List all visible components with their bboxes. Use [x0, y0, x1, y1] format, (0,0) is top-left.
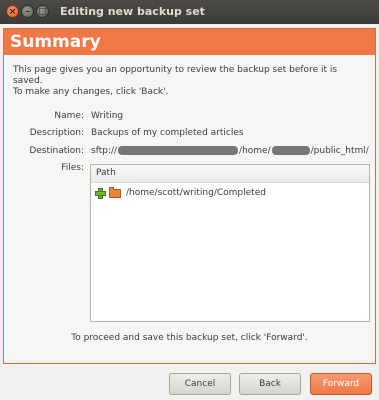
description-value: Backups of my completed articles — [91, 128, 244, 138]
backup-wizard-window: × – □ Editing new backup set Summary Thi… — [0, 0, 379, 400]
files-label: Files: — [61, 163, 84, 173]
window-title: Editing new backup set — [60, 5, 205, 18]
name-label: Name: — [54, 111, 84, 121]
minimize-window-button[interactable]: – — [21, 5, 34, 18]
page-header: Summary — [4, 29, 375, 55]
intro-text: This page gives you an opportunity to re… — [13, 65, 368, 98]
cancel-button[interactable]: Cancel — [169, 373, 231, 395]
destination-suffix: /public_html/ — [310, 146, 369, 156]
title-bar[interactable]: × – □ Editing new backup set — [0, 0, 379, 24]
redacted-user — [271, 146, 310, 155]
destination-middle: /home/ — [239, 146, 271, 156]
page-title: Summary — [10, 32, 101, 52]
intro-line-review: This page gives you an opportunity to re… — [13, 65, 338, 86]
back-button[interactable]: Back — [239, 373, 301, 395]
destination-label: Destination: — [29, 146, 84, 156]
folder-icon — [109, 186, 121, 198]
path-column-header[interactable]: Path — [91, 165, 369, 183]
tree-row-path: /home/scott/writing/Completed — [126, 188, 266, 198]
close-window-button[interactable]: × — [6, 5, 19, 18]
tree-row[interactable]: /home/scott/writing/Completed — [95, 186, 266, 200]
intro-line-back: To make any changes, click 'Back'. — [13, 87, 169, 97]
summary-page: Summary This page gives you an opportuni… — [3, 28, 376, 364]
plus-icon — [95, 187, 106, 199]
proceed-instruction: To proceed and save this backup set, cli… — [71, 333, 308, 343]
files-tree[interactable]: Path /home/scott/writing/Completed — [90, 164, 370, 322]
maximize-window-button[interactable]: □ — [36, 5, 49, 18]
description-label: Description: — [29, 128, 84, 138]
destination-prefix: sftp:// — [91, 146, 118, 156]
name-value: Writing — [91, 111, 124, 121]
forward-button[interactable]: Forward — [310, 373, 372, 395]
destination-value: sftp:// /home/ /public_html/ — [91, 146, 369, 156]
redacted-host — [118, 146, 239, 155]
